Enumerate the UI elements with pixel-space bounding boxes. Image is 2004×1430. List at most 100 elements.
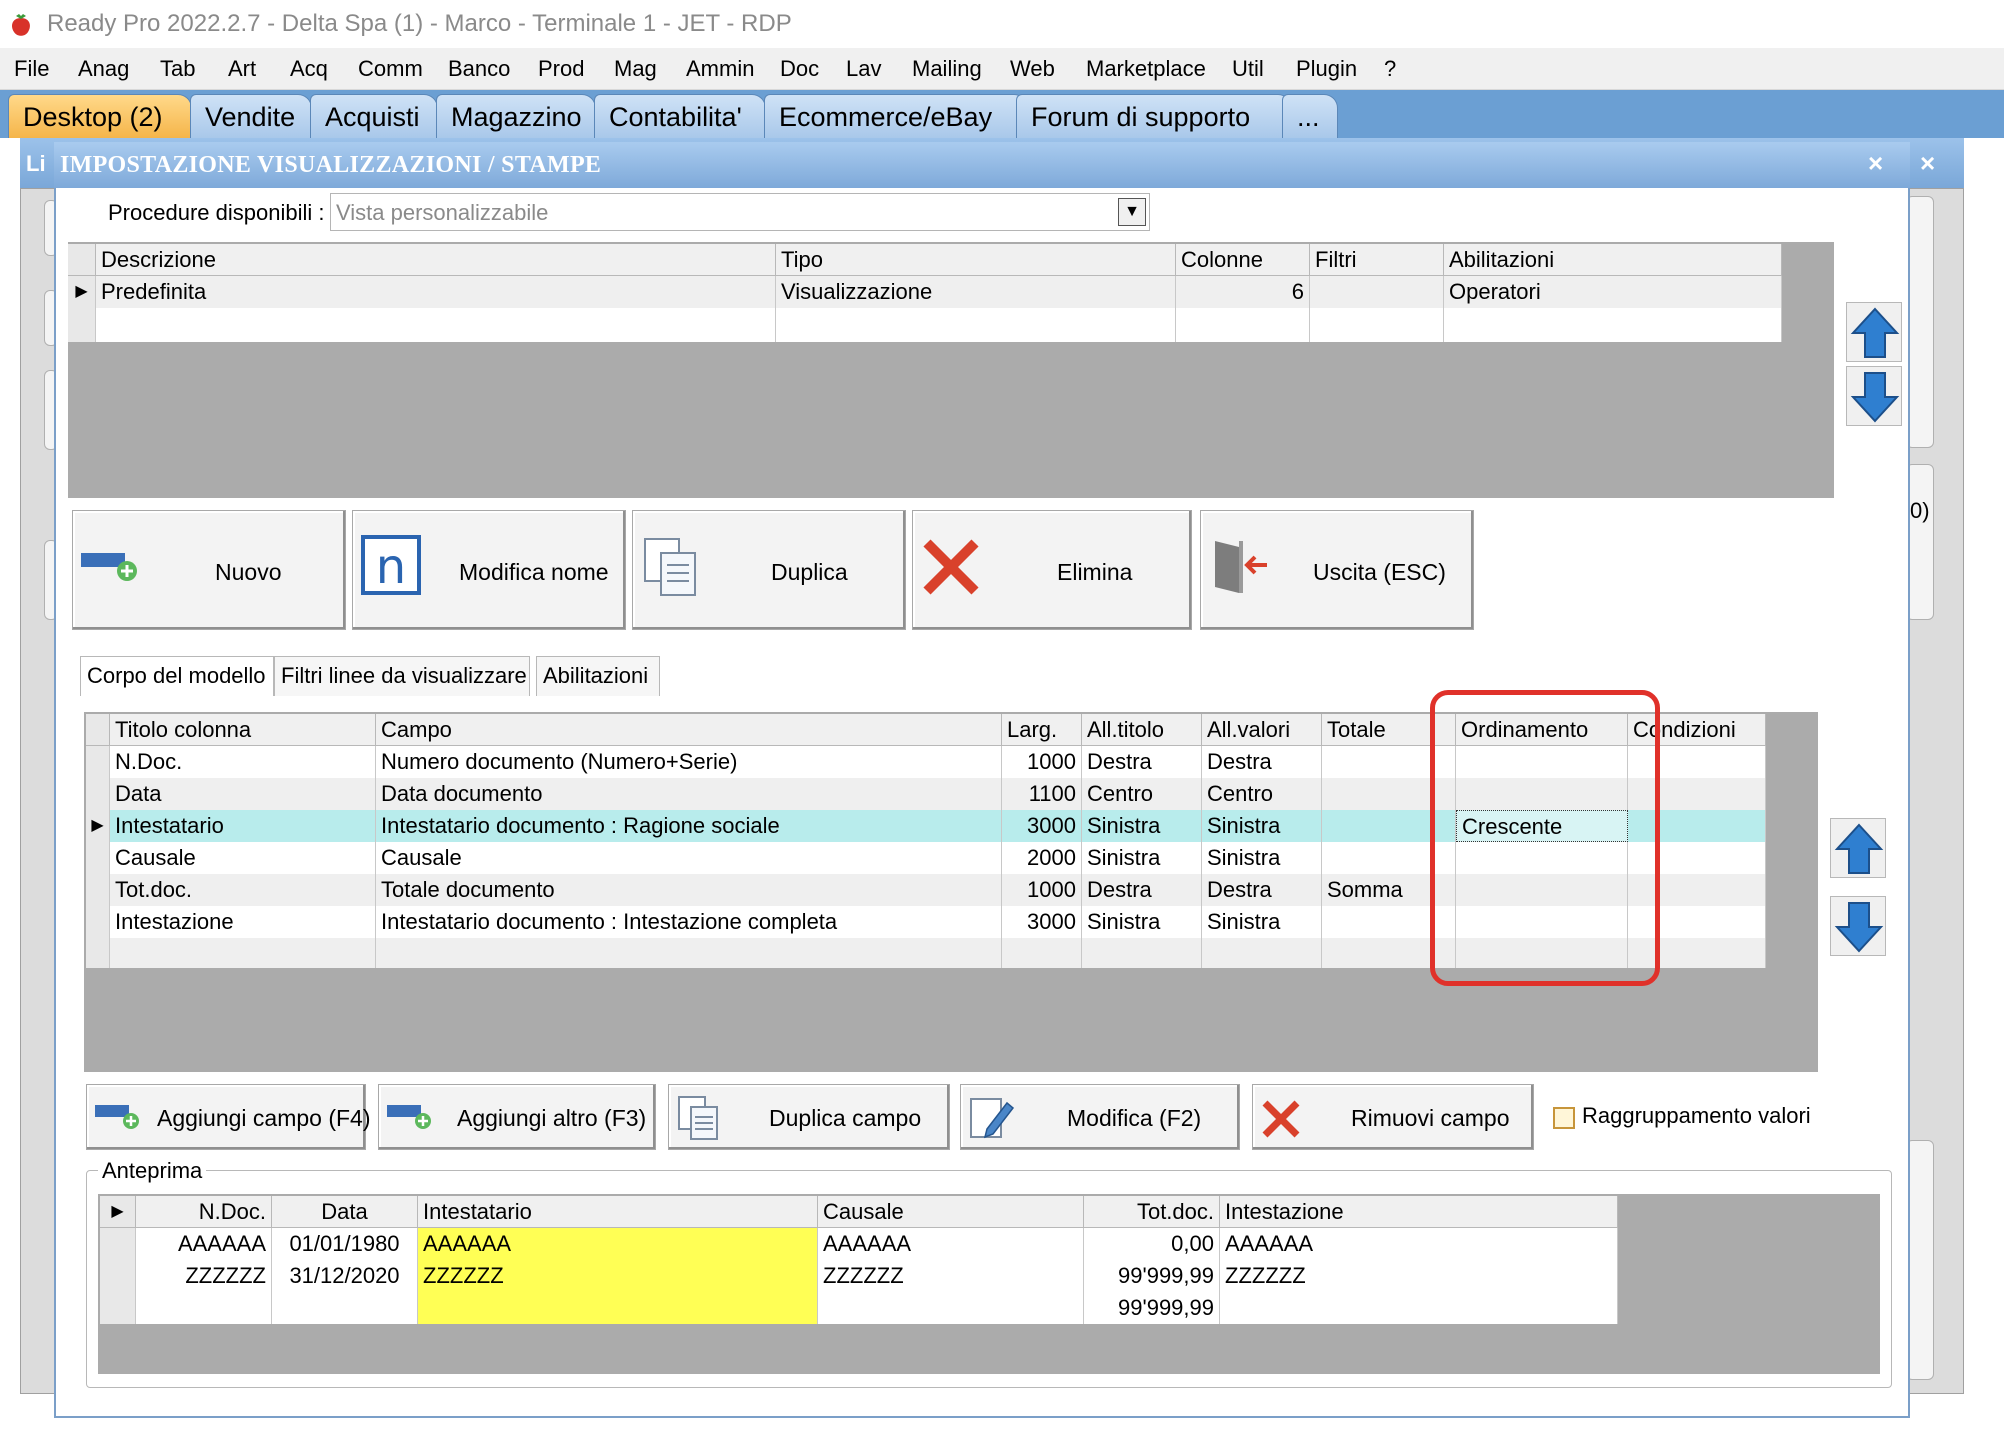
cell-descrizione[interactable]: Predefinita bbox=[96, 276, 776, 308]
preview-row[interactable]: AAAAAA 01/01/1980 AAAAAA AAAAAA 0,00 AAA… bbox=[100, 1228, 1618, 1260]
cell-campo[interactable]: Intestatario documento : Ragione sociale bbox=[376, 810, 1002, 842]
tab-abilitazioni[interactable]: Abilitazioni bbox=[536, 656, 660, 696]
empty-cell[interactable] bbox=[1202, 938, 1322, 968]
cell-colonne[interactable]: 6 bbox=[1176, 276, 1310, 308]
col-all-valori[interactable]: All.valori bbox=[1202, 714, 1322, 746]
tab-ecommerce[interactable]: Ecommerce/eBay bbox=[764, 94, 1028, 138]
empty-cell[interactable] bbox=[110, 938, 376, 968]
group-values-checkbox[interactable] bbox=[1553, 1107, 1575, 1129]
cell-all-titolo[interactable]: Destra bbox=[1082, 746, 1202, 778]
cell-causale[interactable]: AAAAAA bbox=[818, 1228, 1084, 1260]
col-abilitazioni[interactable]: Abilitazioni bbox=[1444, 244, 1782, 276]
menu-help[interactable]: ? bbox=[1384, 56, 1396, 82]
menu-art[interactable]: Art bbox=[228, 56, 256, 82]
cell-campo[interactable]: Numero documento (Numero+Serie) bbox=[376, 746, 1002, 778]
cell-all-titolo[interactable]: Destra bbox=[1082, 874, 1202, 906]
move-field-down-button[interactable] bbox=[1830, 896, 1886, 956]
tab-vendite[interactable]: Vendite bbox=[190, 94, 312, 138]
cell-causale[interactable]: ZZZZZZ bbox=[818, 1260, 1084, 1292]
tab-more[interactable]: ... bbox=[1282, 94, 1338, 138]
menu-mailing[interactable]: Mailing bbox=[912, 56, 982, 82]
col-intestazione[interactable]: Intestazione bbox=[1220, 1196, 1618, 1228]
menu-file[interactable]: File bbox=[14, 56, 49, 82]
cell-intestatario[interactable]: AAAAAA bbox=[418, 1228, 818, 1260]
menu-banco[interactable]: Banco bbox=[448, 56, 510, 82]
cell-campo[interactable]: Causale bbox=[376, 842, 1002, 874]
cell-abilitazioni[interactable]: Operatori bbox=[1444, 276, 1782, 308]
cell-larg[interactable]: 2000 bbox=[1002, 842, 1082, 874]
tab-forum[interactable]: Forum di supporto bbox=[1016, 94, 1292, 138]
preview-row-total[interactable]: 99'999,99 bbox=[100, 1292, 1618, 1324]
cell-data[interactable]: 31/12/2020 bbox=[272, 1260, 418, 1292]
cell-larg[interactable]: 1100 bbox=[1002, 778, 1082, 810]
cell-ndoc[interactable]: ZZZZZZ bbox=[136, 1260, 272, 1292]
menu-marketplace[interactable]: Marketplace bbox=[1086, 56, 1206, 82]
empty-cell[interactable] bbox=[1082, 938, 1202, 968]
cell-larg[interactable]: 1000 bbox=[1002, 746, 1082, 778]
col-titolo-colonna[interactable]: Titolo colonna bbox=[110, 714, 376, 746]
menu-ammin[interactable]: Ammin bbox=[686, 56, 754, 82]
col-totdoc[interactable]: Tot.doc. bbox=[1084, 1196, 1220, 1228]
cell-intestatario[interactable] bbox=[418, 1292, 818, 1324]
remove-field-button[interactable]: Rimuovi campo bbox=[1252, 1084, 1534, 1150]
cell-all-valori[interactable]: Sinistra bbox=[1202, 842, 1322, 874]
cell-larg[interactable]: 3000 bbox=[1002, 906, 1082, 938]
cell-tipo[interactable]: Visualizzazione bbox=[776, 276, 1176, 308]
cell-titolo[interactable]: Intestatario bbox=[110, 810, 376, 842]
cell-all-titolo[interactable]: Sinistra bbox=[1082, 906, 1202, 938]
cell-larg[interactable]: 1000 bbox=[1002, 874, 1082, 906]
edit-field-button[interactable]: Modifica (F2) bbox=[960, 1084, 1240, 1150]
cell-data[interactable] bbox=[272, 1292, 418, 1324]
empty-cell[interactable] bbox=[376, 938, 1002, 968]
cell-all-valori[interactable]: Centro bbox=[1202, 778, 1322, 810]
cell-ndoc[interactable]: AAAAAA bbox=[136, 1228, 272, 1260]
move-field-up-button[interactable] bbox=[1830, 818, 1886, 878]
col-filtri[interactable]: Filtri bbox=[1310, 244, 1444, 276]
duplicate-button[interactable]: Duplica bbox=[632, 510, 906, 630]
cell-filtri[interactable] bbox=[1310, 276, 1444, 308]
menu-anag[interactable]: Anag bbox=[78, 56, 129, 82]
exit-button[interactable]: Uscita (ESC) bbox=[1200, 510, 1474, 630]
tab-contabilita[interactable]: Contabilita' bbox=[594, 94, 766, 138]
empty-cell[interactable] bbox=[1310, 308, 1444, 342]
add-field-button[interactable]: Aggiungi campo (F4) bbox=[86, 1084, 371, 1150]
dialog-close-icon[interactable]: × bbox=[1868, 148, 1883, 179]
cell-titolo[interactable]: Data bbox=[110, 778, 376, 810]
menu-tab[interactable]: Tab bbox=[160, 56, 195, 82]
tab-magazzino[interactable]: Magazzino bbox=[436, 94, 596, 138]
col-colonne[interactable]: Colonne bbox=[1176, 244, 1310, 276]
menu-comm[interactable]: Comm bbox=[358, 56, 423, 82]
cell-data[interactable]: 01/01/1980 bbox=[272, 1228, 418, 1260]
table-row[interactable]: ▶ Predefinita Visualizzazione 6 Operator… bbox=[68, 276, 1782, 308]
empty-cell[interactable] bbox=[1176, 308, 1310, 342]
empty-cell[interactable] bbox=[1002, 938, 1082, 968]
menu-lav[interactable]: Lav bbox=[846, 56, 881, 82]
table-row-empty[interactable] bbox=[68, 308, 1782, 342]
col-campo[interactable]: Campo bbox=[376, 714, 1002, 746]
cell-campo[interactable]: Data documento bbox=[376, 778, 1002, 810]
cell-titolo[interactable]: Tot.doc. bbox=[110, 874, 376, 906]
menu-web[interactable]: Web bbox=[1010, 56, 1055, 82]
col-all-titolo[interactable]: All.titolo bbox=[1082, 714, 1202, 746]
cell-all-valori[interactable]: Destra bbox=[1202, 746, 1322, 778]
col-data[interactable]: Data bbox=[272, 1196, 418, 1228]
tab-corpo-modello[interactable]: Corpo del modello bbox=[80, 656, 274, 696]
cell-campo[interactable]: Intestatario documento : Intestazione co… bbox=[376, 906, 1002, 938]
cell-all-valori[interactable]: Sinistra bbox=[1202, 906, 1322, 938]
move-model-down-button[interactable] bbox=[1846, 366, 1902, 426]
cell-totdoc[interactable]: 99'999,99 bbox=[1084, 1292, 1220, 1324]
tab-acquisti[interactable]: Acquisti bbox=[310, 94, 438, 138]
cell-ndoc[interactable] bbox=[136, 1292, 272, 1324]
cell-titolo[interactable]: Causale bbox=[110, 842, 376, 874]
cell-all-titolo[interactable]: Sinistra bbox=[1082, 842, 1202, 874]
cell-campo[interactable]: Totale documento bbox=[376, 874, 1002, 906]
col-causale[interactable]: Causale bbox=[818, 1196, 1084, 1228]
col-ndoc[interactable]: N.Doc. bbox=[136, 1196, 272, 1228]
background-close-icon[interactable]: × bbox=[1920, 148, 1935, 179]
menu-doc[interactable]: Doc bbox=[780, 56, 819, 82]
cell-totdoc[interactable]: 0,00 bbox=[1084, 1228, 1220, 1260]
menu-plugin[interactable]: Plugin bbox=[1296, 56, 1357, 82]
empty-cell[interactable] bbox=[96, 308, 776, 342]
cell-all-valori[interactable]: Destra bbox=[1202, 874, 1322, 906]
menu-acq[interactable]: Acq bbox=[290, 56, 328, 82]
